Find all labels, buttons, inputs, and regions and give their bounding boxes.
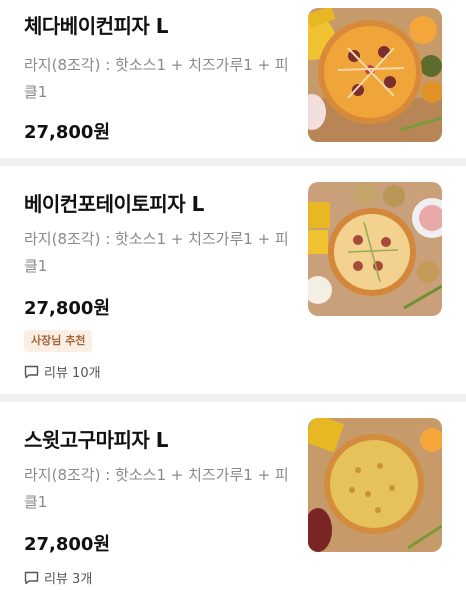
section-divider: [0, 158, 466, 166]
comment-icon: [24, 365, 39, 378]
section-divider: [0, 394, 466, 402]
menu-item-description: 라지(8조각) : 핫소스1 + 치즈가루1 + 피클1: [24, 466, 289, 511]
review-count[interactable]: 리뷰 3개: [24, 568, 92, 587]
menu-item-price: 27,800원: [24, 298, 111, 319]
menu-item-name: 스윗고구마피자 L: [24, 428, 169, 452]
menu-list: 체다베이컨피자 L 라지(8조각) : 핫소스1 + 치즈가루1 + 피클1 2…: [0, 0, 466, 590]
menu-item-price: 27,800원: [24, 122, 111, 143]
menu-item-name: 베이컨포테이토피자 L: [24, 192, 204, 216]
menu-item-photo[interactable]: [308, 8, 442, 142]
menu-item-sweet-potato[interactable]: 스윗고구마피자 L 라지(8조각) : 핫소스1 + 치즈가루1 + 피클1 2…: [0, 402, 466, 590]
review-count-label: 리뷰 3개: [44, 572, 93, 587]
menu-item-photo[interactable]: [308, 418, 442, 552]
menu-item-cheddar-bacon[interactable]: 체다베이컨피자 L 라지(8조각) : 핫소스1 + 치즈가루1 + 피클1 2…: [0, 0, 466, 158]
review-count[interactable]: 리뷰 10개: [24, 362, 101, 381]
comment-icon: [24, 571, 39, 584]
owner-recommend-badge: 사장님 추천: [24, 330, 93, 352]
menu-item-price: 27,800원: [24, 534, 111, 555]
menu-item-name: 체다베이컨피자 L: [24, 14, 169, 38]
menu-item-description: 라지(8조각) : 핫소스1 + 치즈가루1 + 피클1: [24, 56, 289, 101]
menu-item-description: 라지(8조각) : 핫소스1 + 치즈가루1 + 피클1: [24, 230, 289, 275]
menu-item-photo[interactable]: [308, 182, 442, 316]
menu-item-bacon-potato[interactable]: 베이컨포테이토피자 L 라지(8조각) : 핫소스1 + 치즈가루1 + 피클1…: [0, 166, 466, 394]
review-count-label: 리뷰 10개: [44, 366, 101, 381]
